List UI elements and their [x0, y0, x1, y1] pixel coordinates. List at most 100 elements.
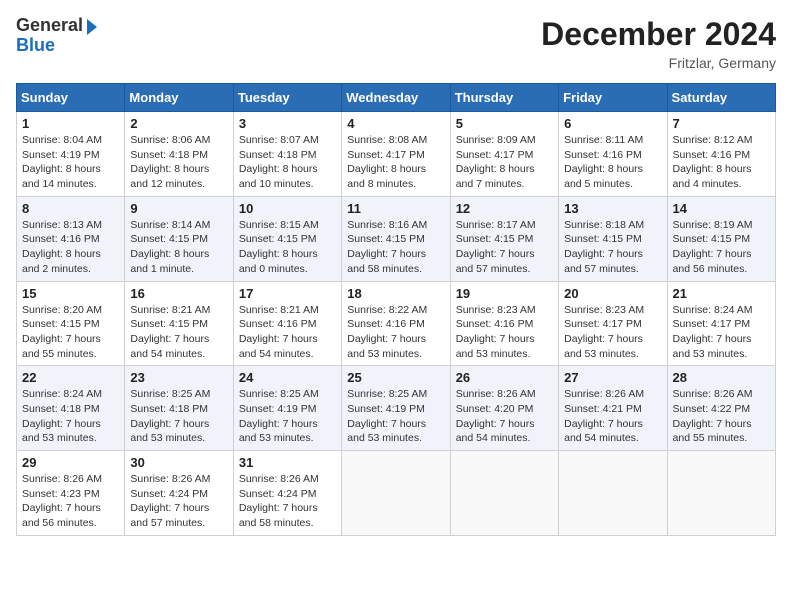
- day-number: 21: [673, 286, 770, 301]
- calendar-header-monday: Monday: [125, 84, 233, 112]
- calendar-cell: 24 Sunrise: 8:25 AMSunset: 4:19 PMDayligh…: [233, 366, 341, 451]
- day-info: Sunrise: 8:26 AMSunset: 4:24 PMDaylight:…: [239, 472, 336, 531]
- day-info: Sunrise: 8:26 AMSunset: 4:24 PMDaylight:…: [130, 472, 227, 531]
- calendar-cell: [450, 451, 558, 536]
- calendar-week-5: 29 Sunrise: 8:26 AMSunset: 4:23 PMDayligh…: [17, 451, 776, 536]
- day-number: 4: [347, 116, 444, 131]
- calendar-cell: 3 Sunrise: 8:07 AMSunset: 4:18 PMDaylight…: [233, 112, 341, 197]
- calendar-cell: 2 Sunrise: 8:06 AMSunset: 4:18 PMDaylight…: [125, 112, 233, 197]
- calendar-header-friday: Friday: [559, 84, 667, 112]
- day-info: Sunrise: 8:25 AMSunset: 4:19 PMDaylight:…: [347, 387, 444, 446]
- calendar-cell: 11 Sunrise: 8:16 AMSunset: 4:15 PMDayligh…: [342, 196, 450, 281]
- day-info: Sunrise: 8:26 AMSunset: 4:23 PMDaylight:…: [22, 472, 119, 531]
- logo-arrow-icon: [87, 19, 97, 35]
- calendar-cell: 28Sunrise: 8:26 AMSunset: 4:22 PMDayligh…: [667, 366, 775, 451]
- calendar-week-2: 8 Sunrise: 8:13 AMSunset: 4:16 PMDaylight…: [17, 196, 776, 281]
- day-number: 29: [22, 455, 119, 470]
- calendar-cell: 21 Sunrise: 8:24 AMSunset: 4:17 PMDayligh…: [667, 281, 775, 366]
- calendar-header-sunday: Sunday: [17, 84, 125, 112]
- calendar-cell: 26Sunrise: 8:26 AMSunset: 4:20 PMDayligh…: [450, 366, 558, 451]
- calendar-header-saturday: Saturday: [667, 84, 775, 112]
- day-number: 31: [239, 455, 336, 470]
- day-number: 13: [564, 201, 661, 216]
- calendar-cell: 16 Sunrise: 8:21 AMSunset: 4:15 PMDayligh…: [125, 281, 233, 366]
- day-number: 12: [456, 201, 553, 216]
- calendar-cell: 29 Sunrise: 8:26 AMSunset: 4:23 PMDayligh…: [17, 451, 125, 536]
- calendar-cell: 12 Sunrise: 8:17 AMSunset: 4:15 PMDayligh…: [450, 196, 558, 281]
- day-number: 22: [22, 370, 119, 385]
- day-info: Sunrise: 8:06 AMSunset: 4:18 PMDaylight:…: [130, 133, 227, 192]
- day-number: 8: [22, 201, 119, 216]
- day-number: 1: [22, 116, 119, 131]
- day-info: Sunrise: 8:26 AMSunset: 4:21 PMDaylight:…: [564, 387, 661, 446]
- calendar-cell: 18 Sunrise: 8:22 AMSunset: 4:16 PMDayligh…: [342, 281, 450, 366]
- day-number: 24: [239, 370, 336, 385]
- calendar-cell: 13 Sunrise: 8:18 AMSunset: 4:15 PMDayligh…: [559, 196, 667, 281]
- calendar-body: 1 Sunrise: 8:04 AMSunset: 4:19 PMDaylight…: [17, 112, 776, 536]
- calendar-cell: 30Sunrise: 8:26 AMSunset: 4:24 PMDayligh…: [125, 451, 233, 536]
- calendar-cell: [559, 451, 667, 536]
- day-number: 23: [130, 370, 227, 385]
- day-info: Sunrise: 8:08 AMSunset: 4:17 PMDaylight:…: [347, 133, 444, 192]
- page-header: General Blue December 2024 Fritzlar, Ger…: [16, 16, 776, 71]
- day-number: 20: [564, 286, 661, 301]
- calendar-cell: 9 Sunrise: 8:14 AMSunset: 4:15 PMDaylight…: [125, 196, 233, 281]
- calendar-header-wednesday: Wednesday: [342, 84, 450, 112]
- calendar-cell: 25 Sunrise: 8:25 AMSunset: 4:19 PMDayligh…: [342, 366, 450, 451]
- calendar-cell: 4 Sunrise: 8:08 AMSunset: 4:17 PMDaylight…: [342, 112, 450, 197]
- location: Fritzlar, Germany: [541, 55, 776, 71]
- day-number: 11: [347, 201, 444, 216]
- day-info: Sunrise: 8:16 AMSunset: 4:15 PMDaylight:…: [347, 218, 444, 277]
- day-number: 2: [130, 116, 227, 131]
- logo-blue-text: Blue: [16, 35, 55, 55]
- logo-text: General: [16, 16, 83, 36]
- calendar-week-3: 15Sunrise: 8:20 AMSunset: 4:15 PMDayligh…: [17, 281, 776, 366]
- day-info: Sunrise: 8:04 AMSunset: 4:19 PMDaylight:…: [22, 133, 119, 192]
- day-number: 3: [239, 116, 336, 131]
- day-number: 15: [22, 286, 119, 301]
- day-info: Sunrise: 8:14 AMSunset: 4:15 PMDaylight:…: [130, 218, 227, 277]
- calendar-cell: 19 Sunrise: 8:23 AMSunset: 4:16 PMDayligh…: [450, 281, 558, 366]
- day-number: 16: [130, 286, 227, 301]
- day-info: Sunrise: 8:07 AMSunset: 4:18 PMDaylight:…: [239, 133, 336, 192]
- day-info: Sunrise: 8:21 AMSunset: 4:15 PMDaylight:…: [130, 303, 227, 362]
- day-number: 7: [673, 116, 770, 131]
- calendar-cell: 5 Sunrise: 8:09 AMSunset: 4:17 PMDaylight…: [450, 112, 558, 197]
- day-number: 6: [564, 116, 661, 131]
- logo: General Blue: [16, 16, 97, 56]
- day-info: Sunrise: 8:12 AMSunset: 4:16 PMDaylight:…: [673, 133, 770, 192]
- day-info: Sunrise: 8:18 AMSunset: 4:15 PMDaylight:…: [564, 218, 661, 277]
- day-number: 18: [347, 286, 444, 301]
- title-section: December 2024 Fritzlar, Germany: [541, 16, 776, 71]
- calendar-cell: 7 Sunrise: 8:12 AMSunset: 4:16 PMDaylight…: [667, 112, 775, 197]
- day-info: Sunrise: 8:17 AMSunset: 4:15 PMDaylight:…: [456, 218, 553, 277]
- day-info: Sunrise: 8:24 AMSunset: 4:18 PMDaylight:…: [22, 387, 119, 446]
- day-number: 25: [347, 370, 444, 385]
- day-info: Sunrise: 8:13 AMSunset: 4:16 PMDaylight:…: [22, 218, 119, 277]
- calendar-cell: 31 Sunrise: 8:26 AMSunset: 4:24 PMDayligh…: [233, 451, 341, 536]
- day-info: Sunrise: 8:24 AMSunset: 4:17 PMDaylight:…: [673, 303, 770, 362]
- calendar-cell: 27 Sunrise: 8:26 AMSunset: 4:21 PMDayligh…: [559, 366, 667, 451]
- day-number: 10: [239, 201, 336, 216]
- calendar-cell: 6Sunrise: 8:11 AMSunset: 4:16 PMDaylight…: [559, 112, 667, 197]
- day-info: Sunrise: 8:22 AMSunset: 4:16 PMDaylight:…: [347, 303, 444, 362]
- day-number: 17: [239, 286, 336, 301]
- calendar-cell: 10Sunrise: 8:15 AMSunset: 4:15 PMDayligh…: [233, 196, 341, 281]
- day-number: 27: [564, 370, 661, 385]
- calendar-cell: 15Sunrise: 8:20 AMSunset: 4:15 PMDayligh…: [17, 281, 125, 366]
- calendar-cell: 17Sunrise: 8:21 AMSunset: 4:16 PMDayligh…: [233, 281, 341, 366]
- day-info: Sunrise: 8:23 AMSunset: 4:17 PMDaylight:…: [564, 303, 661, 362]
- day-info: Sunrise: 8:09 AMSunset: 4:17 PMDaylight:…: [456, 133, 553, 192]
- day-info: Sunrise: 8:23 AMSunset: 4:16 PMDaylight:…: [456, 303, 553, 362]
- day-number: 19: [456, 286, 553, 301]
- day-info: Sunrise: 8:25 AMSunset: 4:19 PMDaylight:…: [239, 387, 336, 446]
- calendar-cell: 8 Sunrise: 8:13 AMSunset: 4:16 PMDaylight…: [17, 196, 125, 281]
- month-title: December 2024: [541, 16, 776, 53]
- calendar-header-tuesday: Tuesday: [233, 84, 341, 112]
- day-number: 9: [130, 201, 227, 216]
- day-info: Sunrise: 8:25 AMSunset: 4:18 PMDaylight:…: [130, 387, 227, 446]
- day-number: 5: [456, 116, 553, 131]
- calendar-week-1: 1 Sunrise: 8:04 AMSunset: 4:19 PMDaylight…: [17, 112, 776, 197]
- calendar-cell: [667, 451, 775, 536]
- calendar-header-thursday: Thursday: [450, 84, 558, 112]
